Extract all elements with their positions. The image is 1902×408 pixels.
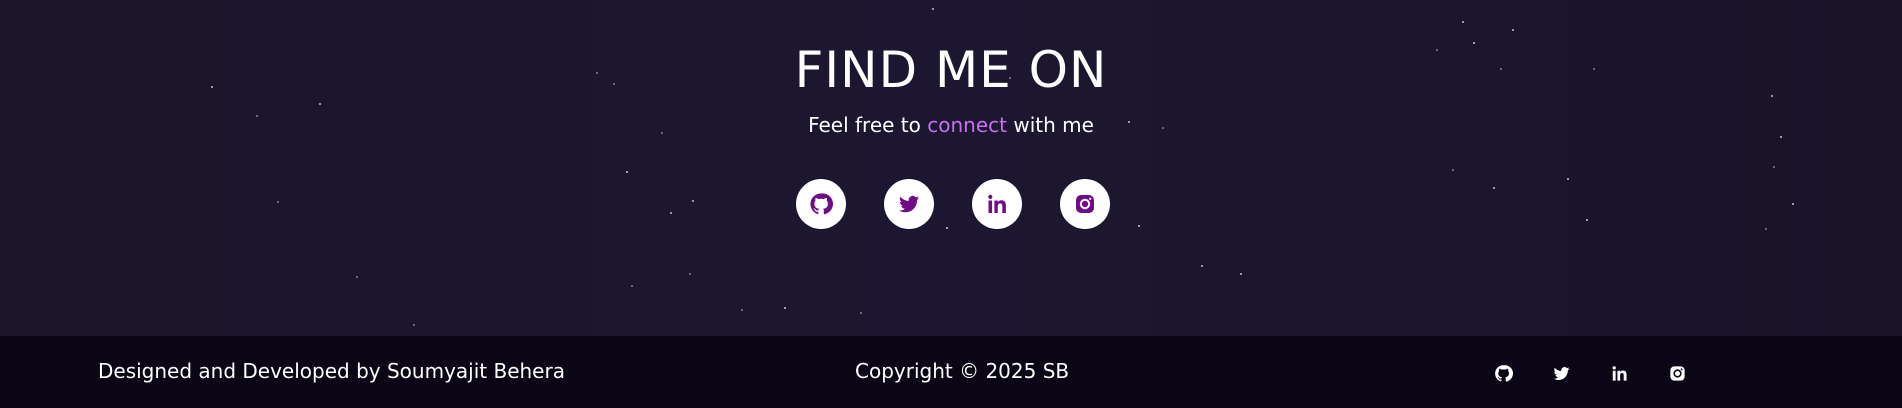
subtitle-accent: connect [927,113,1007,137]
twitter-icon [899,195,919,213]
github-icon [810,193,833,215]
footer-github-link[interactable] [1493,363,1513,383]
github-link[interactable] [796,179,846,229]
footer-copyright: Copyright © 2025 SB [855,359,1070,383]
footer-social-links [1493,363,1687,383]
twitter-link[interactable] [884,179,934,229]
twitter-icon [1553,366,1569,380]
subtitle-suffix: with me [1006,113,1094,137]
linkedin-link[interactable] [972,179,1022,229]
subtitle-prefix: Feel free to [808,113,928,137]
footer-credits: Designed and Developed by Soumyajit Behe… [98,359,565,383]
footer: Designed and Developed by Soumyajit Behe… [0,336,1902,408]
social-links [796,179,1110,229]
section-title: FIND ME ON [794,41,1108,99]
footer-twitter-link[interactable] [1551,363,1571,383]
instagram-icon [1669,365,1685,381]
footer-instagram-link[interactable] [1667,363,1687,383]
footer-linkedin-link[interactable] [1609,363,1629,383]
instagram-icon [1076,195,1094,213]
github-icon [1494,364,1513,382]
find-me-section: FIND ME ON Feel free to connect with me [0,0,1902,336]
instagram-link[interactable] [1060,179,1110,229]
linkedin-icon [988,194,1006,213]
linkedin-icon [1612,365,1627,381]
section-subtitle: Feel free to connect with me [0,112,1902,138]
